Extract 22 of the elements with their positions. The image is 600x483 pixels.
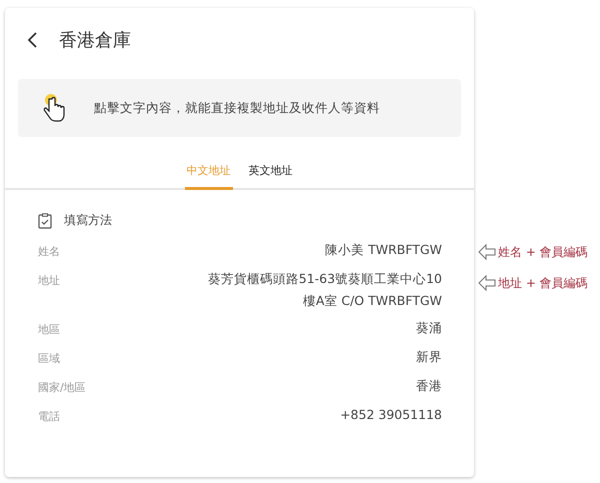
field-value[interactable]: +852 39051118: [340, 407, 442, 422]
field-label: 地區: [38, 322, 60, 338]
section-title: 填寫方法: [64, 212, 112, 229]
address-tab[interactable]: 英文地址: [246, 159, 294, 190]
annotation-text: 地址 + 會員編碼: [498, 274, 588, 292]
left-arrow-icon: [478, 274, 496, 292]
field-value[interactable]: 葵芳貨櫃碼頭路51-63號葵順工業中心10: [208, 271, 442, 288]
field-label: 電話: [38, 409, 60, 425]
field-value[interactable]: 香港: [416, 378, 442, 395]
clipboard-check-icon: [38, 212, 52, 228]
annotation-text: 姓名 + 會員編碼: [498, 244, 588, 260]
notice-text: 點擊文字內容，就能直接複製地址及收件人等資料: [94, 100, 380, 116]
field-label: 地址: [38, 273, 60, 289]
field-value[interactable]: 樓A室 C/O TWRBFTGW: [302, 293, 442, 310]
left-arrow-icon: [478, 243, 496, 261]
page-title: 香港倉庫: [59, 29, 131, 52]
field-label: 區域: [38, 351, 60, 367]
field-label: 姓名: [38, 244, 60, 260]
field-value[interactable]: 新界: [416, 349, 442, 366]
field-value[interactable]: 葵涌: [416, 320, 442, 337]
field-value[interactable]: 陳小美 TWRBFTGW: [325, 242, 442, 259]
field-label: 國家/地區: [38, 380, 86, 396]
